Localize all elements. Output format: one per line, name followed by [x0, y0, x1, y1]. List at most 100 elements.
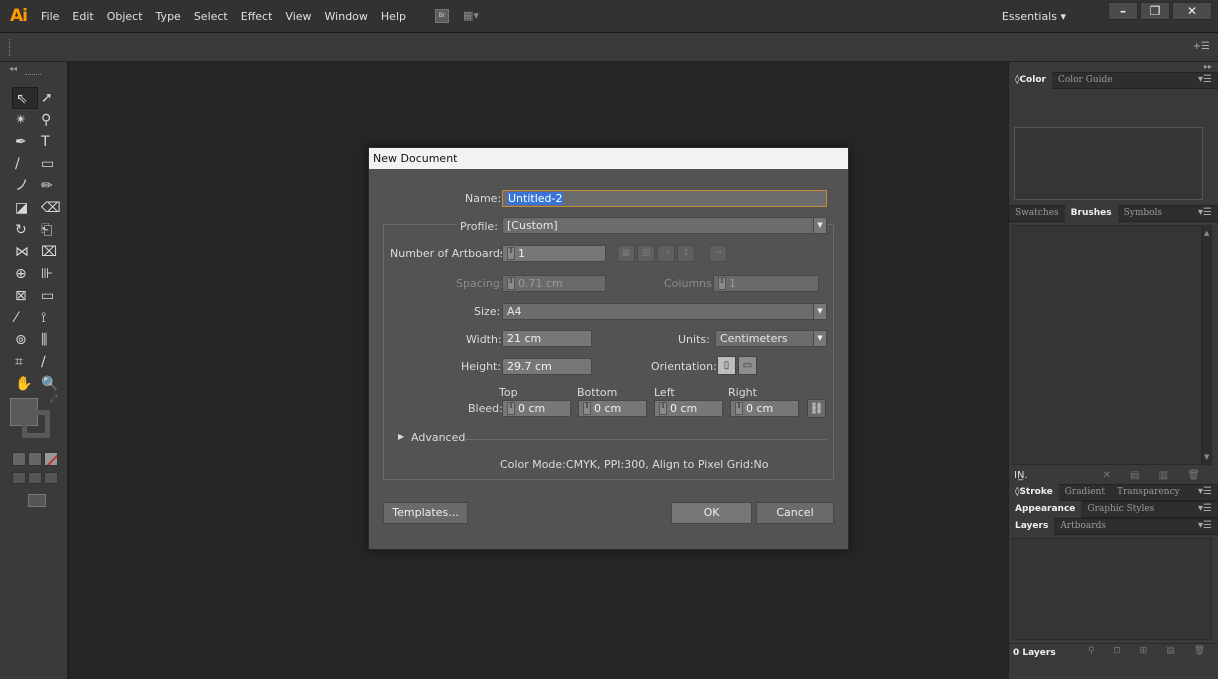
stroke-swatch[interactable] — [22, 410, 50, 438]
menu-edit[interactable]: Edit — [72, 10, 93, 23]
profile-dropdown[interactable]: [Custom] ▼ — [502, 217, 827, 234]
panel-menu-icon[interactable]: ▾☰ — [1198, 503, 1212, 514]
tools-panel-grip[interactable] — [25, 74, 41, 76]
draw-normal-icon[interactable] — [12, 472, 26, 484]
tab-appearance[interactable]: Appearance — [1009, 501, 1082, 518]
layers-actions-icons[interactable]: ⚲ ⊡ ⊞ ▤ 🗑 — [1088, 646, 1213, 656]
collapse-icon[interactable]: ◂◂ — [9, 64, 17, 73]
panel-menu-icon[interactable]: ▾☰ — [1198, 520, 1212, 531]
menu-window[interactable]: Window — [325, 10, 368, 23]
layers-list[interactable] — [1012, 538, 1212, 640]
brushes-scrollbar[interactable]: ▲ ▼ — [1202, 225, 1212, 465]
menu-select[interactable]: Select — [194, 10, 228, 23]
color-spectrum[interactable] — [1014, 127, 1203, 200]
bleed-left-field[interactable]: ⇕ 0 cm — [654, 400, 723, 417]
link-bleed-icon[interactable]: ⛓ — [807, 399, 826, 418]
menu-effect[interactable]: Effect — [241, 10, 273, 23]
scroll-down-icon[interactable]: ▼ — [1204, 453, 1209, 461]
menu-view[interactable]: View — [285, 10, 311, 23]
tab-brushes[interactable]: Brushes — [1064, 205, 1118, 222]
symbol-sprayer-tool-icon[interactable]: ⊚ — [12, 329, 38, 351]
lasso-tool-icon[interactable]: ⚲ — [38, 109, 64, 131]
blob-brush-tool-icon[interactable]: ◪ — [12, 197, 38, 219]
type-tool-icon[interactable]: T — [38, 131, 64, 153]
bridge-button[interactable]: Br — [434, 9, 449, 23]
blend-tool-icon[interactable]: ⟟ — [38, 307, 64, 329]
cancel-button[interactable]: Cancel — [756, 502, 834, 524]
free-transform-tool-icon[interactable]: ⌧ — [38, 241, 64, 263]
control-bar-menu-icon[interactable]: +☰ — [1193, 41, 1210, 52]
eyedropper-tool-icon[interactable]: ⁄ — [12, 307, 38, 329]
brush-actions-icons[interactable]: ✕ ▤ ▥ 🗑 — [1102, 470, 1208, 481]
tab-color-guide[interactable]: Color Guide — [1052, 73, 1119, 88]
draw-behind-icon[interactable] — [28, 472, 42, 484]
width-field[interactable]: 21 cm — [502, 330, 592, 347]
height-field[interactable]: 29.7 cm — [502, 358, 592, 375]
direct-selection-tool-icon[interactable]: ➚ — [38, 87, 64, 109]
tab-transparency[interactable]: Transparency — [1111, 485, 1186, 500]
ok-button[interactable]: OK — [671, 502, 752, 524]
magic-wand-tool-icon[interactable]: ✴ — [12, 109, 38, 131]
tab-symbols[interactable]: Symbols — [1118, 206, 1168, 221]
stepper-icon[interactable]: ⇕ — [583, 401, 591, 415]
eraser-tool-icon[interactable]: ⌫ — [38, 197, 64, 219]
scale-tool-icon[interactable]: ⎗ — [38, 219, 64, 241]
stepper-icon[interactable]: ⇕ — [735, 401, 743, 415]
tab-graphic-styles[interactable]: Graphic Styles — [1081, 502, 1160, 517]
pencil-tool-icon[interactable]: ✏ — [38, 175, 64, 197]
scroll-up-icon[interactable]: ▲ — [1204, 229, 1209, 237]
bleed-right-field[interactable]: ⇕ 0 cm — [730, 400, 799, 417]
menu-help[interactable]: Help — [381, 10, 406, 23]
control-bar-grip[interactable] — [9, 39, 12, 56]
bleed-bottom-field[interactable]: ⇕ 0 cm — [578, 400, 647, 417]
brushes-list[interactable] — [1012, 225, 1202, 465]
units-dropdown[interactable]: Centimeters ▼ — [715, 330, 827, 347]
tab-artboards[interactable]: Artboards — [1054, 519, 1112, 534]
slice-tool-icon[interactable]: ∕ — [38, 351, 64, 373]
artboards-field[interactable]: ⇕ 1 — [502, 245, 606, 262]
tab-layers[interactable]: Layers — [1009, 518, 1055, 535]
gradient-tool-icon[interactable]: ▭ — [38, 285, 64, 307]
bleed-top-field[interactable]: ⇕ 0 cm — [502, 400, 571, 417]
panel-menu-icon[interactable]: ▾☰ — [1198, 207, 1212, 218]
panel-menu-icon[interactable]: ▾☰ — [1198, 74, 1212, 85]
pen-tool-icon[interactable]: ✒ — [12, 131, 38, 153]
panel-menu-icon[interactable]: ▾☰ — [1198, 486, 1212, 497]
artboard-tool-icon[interactable]: ⌗ — [12, 351, 38, 373]
rotate-tool-icon[interactable]: ↻ — [12, 219, 38, 241]
line-tool-icon[interactable]: / — [12, 153, 38, 175]
paintbrush-tool-icon[interactable]: ノ — [12, 175, 38, 197]
draw-inside-icon[interactable] — [44, 472, 58, 484]
zoom-tool-icon[interactable]: 🔍 — [38, 373, 64, 395]
close-icon[interactable]: ✕ — [1172, 2, 1212, 20]
templates-button[interactable]: Templates... — [383, 502, 468, 524]
minimize-icon[interactable]: – — [1108, 2, 1138, 20]
tab-swatches[interactable]: Swatches — [1009, 206, 1065, 221]
stepper-icon[interactable]: ⇕ — [507, 401, 515, 415]
arrange-documents-icon[interactable]: ▦▾ — [463, 9, 485, 23]
portrait-orientation-icon[interactable]: ▯ — [717, 356, 736, 375]
size-dropdown[interactable]: A4 ▼ — [502, 303, 827, 320]
gradient-mode-icon[interactable] — [28, 452, 42, 466]
tab-color[interactable]: ◊Color — [1009, 72, 1052, 89]
menu-object[interactable]: Object — [107, 10, 143, 23]
screen-mode-icon[interactable] — [28, 494, 46, 507]
expand-triangle-icon[interactable]: ▶ — [398, 432, 404, 441]
landscape-orientation-icon[interactable]: ▭ — [738, 356, 757, 375]
mesh-tool-icon[interactable]: ⊠ — [12, 285, 38, 307]
stepper-icon[interactable]: ⇕ — [507, 246, 515, 260]
tab-gradient[interactable]: Gradient — [1059, 485, 1111, 500]
shape-builder-tool-icon[interactable]: ⊕ — [12, 263, 38, 285]
menu-file[interactable]: File — [41, 10, 59, 23]
selection-tool-icon[interactable]: ⇖ — [12, 87, 38, 109]
brush-libraries-icon[interactable]: IN̲. — [1014, 470, 1028, 481]
tab-stroke[interactable]: ◊Stroke — [1009, 484, 1059, 501]
stepper-icon[interactable]: ⇕ — [659, 401, 667, 415]
hand-tool-icon[interactable]: ✋ — [12, 373, 38, 395]
swap-fill-stroke-icon[interactable]: ⤢ — [50, 394, 57, 404]
column-graph-tool-icon[interactable]: ⫼ — [38, 329, 64, 351]
menu-type[interactable]: Type — [156, 10, 181, 23]
width-tool-icon[interactable]: ⋈ — [12, 241, 38, 263]
none-mode-icon[interactable] — [44, 452, 58, 466]
color-mode-icon[interactable] — [12, 452, 26, 466]
